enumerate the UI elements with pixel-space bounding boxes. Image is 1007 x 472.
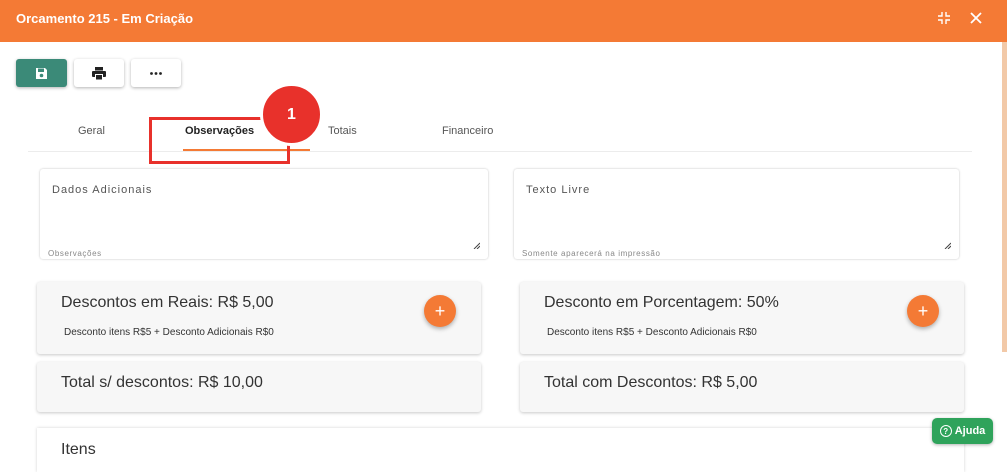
texto-livre-label: Texto Livre — [526, 184, 591, 196]
desconto-reais-detail: Desconto itens R$5 + Desconto Adicionais… — [64, 327, 274, 338]
close-icon[interactable] — [969, 9, 983, 27]
texto-livre-hint: Somente aparecerá na impressão — [522, 249, 661, 258]
tab-geral[interactable]: Geral — [78, 125, 105, 137]
dados-adicionais-hint: Observações — [48, 249, 102, 258]
scrollbar[interactable] — [1002, 42, 1007, 352]
desconto-porcentagem-title: Desconto em Porcentagem: 50% — [544, 294, 779, 311]
header-actions — [937, 9, 983, 27]
plus-icon: + — [434, 300, 446, 321]
add-desconto-reais-button[interactable]: + — [424, 295, 456, 327]
collapse-icon[interactable] — [937, 9, 951, 27]
help-icon: ? — [939, 425, 952, 437]
save-icon — [36, 67, 47, 79]
print-icon — [92, 66, 106, 80]
help-label: Ajuda — [954, 425, 986, 437]
toolbar — [16, 59, 181, 87]
total-com-desconto-card: Total com Descontos: R$ 5,00 — [520, 362, 964, 412]
dados-adicionais-label: Dados Adicionais — [52, 184, 153, 196]
more-button[interactable] — [131, 59, 181, 87]
dialog-title: Orcamento 215 - Em Criação — [16, 11, 194, 26]
print-button[interactable] — [74, 59, 124, 87]
desconto-porcentagem-detail: Desconto itens R$5 + Desconto Adicionais… — [547, 327, 757, 338]
total-sem-desconto-title: Total s/ descontos: R$ 10,00 — [61, 374, 263, 391]
save-button[interactable] — [16, 59, 67, 87]
more-icon — [150, 71, 162, 75]
resize-grip-icon[interactable] — [472, 241, 480, 249]
dialog-header: Orcamento 215 - Em Criação — [0, 0, 1007, 42]
desconto-reais-card: Descontos em Reais: R$ 5,00 Desconto ite… — [37, 282, 481, 354]
plus-icon: + — [917, 300, 929, 321]
tab-totais[interactable]: Totais — [328, 125, 357, 137]
tab-financeiro[interactable]: Financeiro — [442, 125, 493, 137]
dados-adicionais-field[interactable]: Dados Adicionais Observações — [40, 169, 488, 259]
itens-section: Itens — [37, 428, 964, 472]
total-sem-desconto-card: Total s/ descontos: R$ 10,00 — [37, 362, 481, 412]
add-desconto-porcentagem-button[interactable]: + — [907, 295, 939, 327]
desconto-reais-title: Descontos em Reais: R$ 5,00 — [61, 294, 274, 311]
total-com-desconto-title: Total com Descontos: R$ 5,00 — [544, 374, 758, 391]
resize-grip-icon[interactable] — [943, 241, 951, 249]
itens-title: Itens — [61, 441, 96, 458]
texto-livre-field[interactable]: Texto Livre Somente aparecerá na impress… — [514, 169, 959, 259]
desconto-porcentagem-card: Desconto em Porcentagem: 50% Desconto it… — [520, 282, 964, 354]
help-button[interactable]: ? Ajuda — [932, 418, 993, 444]
step-badge: 1 — [260, 83, 323, 146]
